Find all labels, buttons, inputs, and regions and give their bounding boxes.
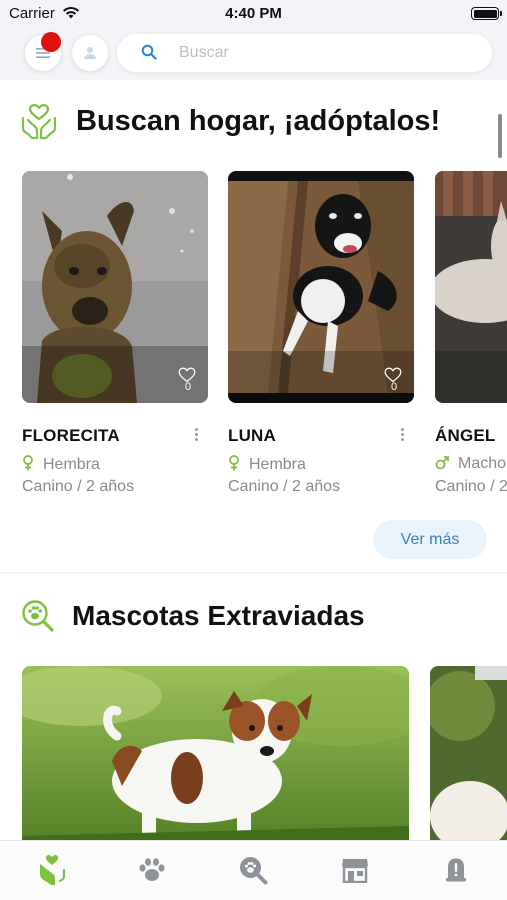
search-icon	[141, 44, 157, 60]
like-button[interactable]: 0	[384, 367, 404, 393]
paw-icon	[139, 858, 165, 881]
pet-info: Canino / 2 años	[228, 478, 341, 495]
male-icon	[435, 456, 449, 470]
pet-card-florecita[interactable]: 0 FLORECITA Hembra Canino / 2 años	[22, 171, 208, 495]
lost-pet-card[interactable]	[22, 666, 409, 840]
battery-icon	[471, 7, 502, 20]
like-count: 0	[184, 381, 192, 393]
dog-photo-lost	[22, 666, 409, 840]
scroll-indicator[interactable]	[498, 114, 502, 158]
pet-name: LUNA	[228, 426, 277, 445]
adoption-title: Buscan hogar, ¡adóptalos!	[76, 105, 441, 137]
pet-sex-label: Macho	[458, 455, 507, 472]
store-icon	[342, 859, 368, 883]
pet-sex: Macho	[435, 455, 506, 473]
search-paw-icon	[240, 857, 268, 885]
pet-card-angel[interactable]: ÁNGEL Macho Canino / 2 años	[435, 171, 507, 495]
tab-pets[interactable]	[135, 853, 169, 887]
clock: 4:40 PM	[225, 5, 282, 22]
pet-card-luna[interactable]: 0 LUNA Hembra Canino / 2 años	[228, 171, 414, 495]
pet-sex-label: Hembra	[43, 456, 100, 473]
pet-sex: Hembra	[228, 455, 306, 474]
search-paw-icon	[22, 600, 54, 632]
see-more-button[interactable]: Ver más	[373, 520, 487, 559]
user-icon	[84, 47, 96, 59]
hand-heart-icon	[40, 855, 66, 885]
notification-badge	[41, 32, 61, 52]
pet-photo[interactable]	[435, 171, 507, 403]
pet-photo[interactable]: 0	[22, 171, 208, 403]
status-bar: Carrier 4:40 PM	[0, 0, 507, 28]
pet-name: FLORECITA	[22, 426, 120, 445]
tab-lost[interactable]	[236, 853, 270, 887]
lost-pets-section: Mascotas Extraviadas	[0, 574, 507, 840]
search-bar[interactable]	[117, 34, 492, 72]
pet-info: Canino / 2 años	[22, 478, 135, 495]
female-icon	[23, 455, 33, 471]
lost-pets-title: Mascotas Extraviadas	[72, 600, 365, 631]
like-button[interactable]: 0	[178, 367, 198, 393]
pet-name: ÁNGEL	[435, 426, 496, 445]
top-bar	[0, 28, 507, 78]
tab-adopt[interactable]	[35, 853, 69, 887]
female-icon	[229, 455, 239, 471]
tab-bar	[0, 840, 507, 900]
lost-pet-card[interactable]	[430, 666, 507, 840]
adoption-section: Buscan hogar, ¡adóptalos! 0 FLORECITA He…	[0, 80, 507, 572]
tab-alerts[interactable]	[439, 853, 473, 887]
pet-sex: Hembra	[22, 455, 100, 474]
dog-photo-lost-2	[430, 666, 507, 840]
more-options-button[interactable]	[396, 426, 408, 444]
profile-button[interactable]	[72, 35, 108, 71]
pet-sex-label: Hembra	[249, 456, 306, 473]
pet-info: Canino / 2 años	[435, 478, 507, 495]
dog-photo-angel	[435, 171, 507, 403]
alert-icon	[446, 858, 466, 882]
tab-store[interactable]	[338, 853, 372, 887]
like-count: 0	[390, 381, 398, 393]
hand-heart-icon	[21, 104, 57, 140]
more-options-button[interactable]	[190, 426, 202, 444]
search-input[interactable]	[179, 34, 469, 72]
pet-photo[interactable]: 0	[228, 171, 414, 403]
